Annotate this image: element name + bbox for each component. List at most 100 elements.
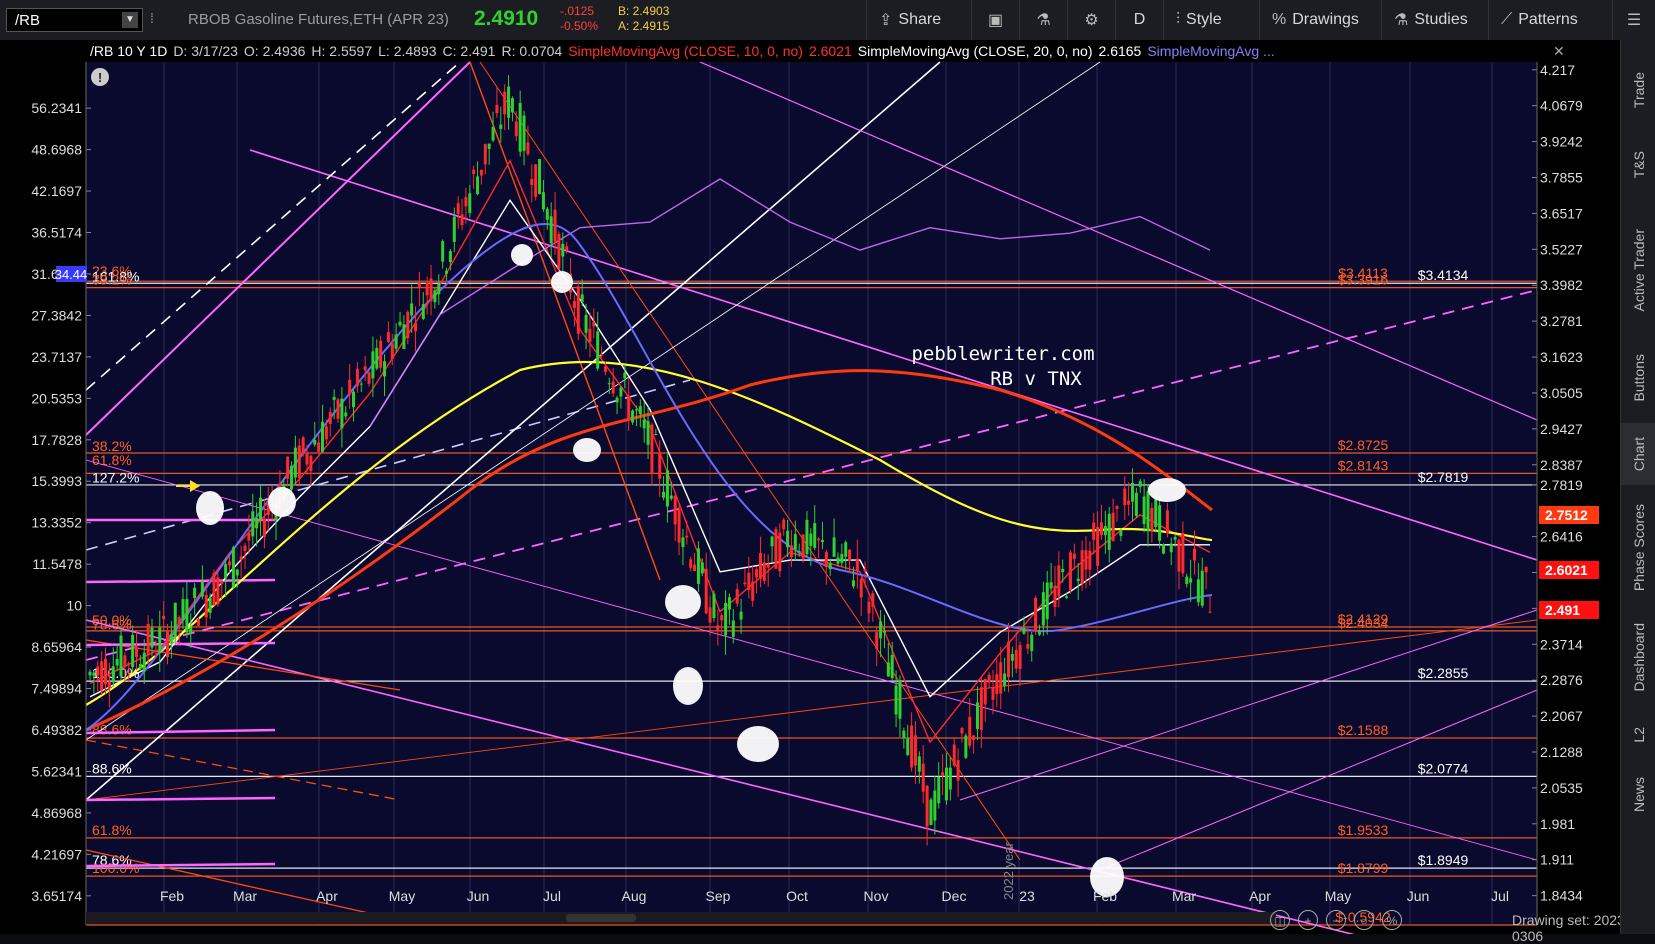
candle-body (774, 529, 778, 569)
x-tick-label: Mar (1172, 888, 1196, 904)
instrument-title: RBOB Gasoline Futures,ETH (APR 23) (188, 11, 449, 28)
candle-body (530, 178, 534, 186)
candle-body (933, 790, 937, 821)
sma-more-label[interactable]: SimpleMovingAvg ... (1144, 43, 1277, 59)
tab-chart[interactable]: Chart (1621, 423, 1655, 485)
x-tick-label: Jul (543, 888, 561, 904)
candle-body (336, 399, 340, 419)
candle-body (851, 580, 855, 587)
candle-body (402, 324, 406, 350)
candle-body (890, 655, 894, 679)
candle-body (135, 646, 139, 657)
drawings-button[interactable]: % Drawings (1259, 0, 1381, 40)
chart-scrollbar[interactable] (86, 912, 1276, 924)
period-button[interactable]: D (1115, 0, 1163, 40)
tab-dashboard-label: Dashboard (1630, 623, 1647, 692)
screen-button[interactable]: ▣ (971, 0, 1019, 40)
patterns-button[interactable]: ⟋ Patterns (1488, 0, 1612, 40)
candle-body (142, 652, 146, 672)
zoom-fit-icon[interactable]: ◫ (1270, 909, 1290, 930)
tab-buttons[interactable]: Buttons (1621, 340, 1655, 415)
style-button[interactable]: ⫶ Style (1163, 0, 1259, 40)
zoom-percent-icon[interactable]: % (1382, 909, 1402, 930)
level-label: $2.1588 (1338, 722, 1389, 738)
candle-body (875, 632, 879, 649)
candle-body (576, 286, 580, 334)
candle-body (1138, 481, 1142, 487)
candle-body (200, 582, 204, 597)
candle-body (786, 530, 790, 548)
symbol-input[interactable]: /RB ▼ (6, 8, 143, 32)
left-axis-label: 5.62341 (31, 763, 82, 779)
candle-body (375, 348, 379, 369)
candle-body (429, 278, 433, 302)
top-toolbar: /RB ▼ ⁞ RBOB Gasoline Futures,ETH (APR 2… (0, 0, 1655, 41)
tab-news[interactable]: News (1621, 765, 1655, 825)
candle-body (414, 322, 418, 332)
candle-body (1068, 552, 1072, 590)
tab-trade[interactable]: Trade (1621, 55, 1655, 125)
right-axis-label: 2.8387 (1540, 457, 1583, 473)
scroll-thumb[interactable] (566, 914, 636, 922)
settings-button[interactable]: ⚙ (1067, 0, 1115, 40)
candle-body (972, 735, 976, 740)
price-badge-label: 2.7512 (1545, 507, 1588, 523)
candle-body (185, 599, 189, 633)
candle-body (1057, 565, 1061, 597)
candle-body (472, 169, 476, 174)
candle-body (243, 545, 247, 551)
candle-body (1053, 585, 1057, 607)
level-label: $2.4034 (1338, 615, 1389, 631)
sma10-value: 2.6021 (808, 43, 852, 59)
candle-body (708, 607, 712, 623)
candle-body (615, 397, 619, 403)
tab-dashboard[interactable]: Dashboard (1621, 610, 1655, 705)
candle-body (158, 627, 162, 653)
zoom-in-icon[interactable]: + (1298, 909, 1318, 930)
candle-body (417, 283, 421, 288)
tab-ts[interactable]: T&S (1621, 135, 1655, 195)
price-chart[interactable]: $3.4113 $3.4134$3.3916$2.8725$2.8143$2.78… (0, 40, 1620, 934)
candle-body (929, 799, 933, 825)
zoom-out-icon[interactable]: − (1326, 909, 1346, 930)
candle-body (441, 241, 445, 262)
sma20-label[interactable]: SimpleMovingAvg (CLOSE, 20, 0, no) (855, 43, 1096, 59)
candle-body (1208, 611, 1212, 613)
candle-body (359, 383, 363, 385)
right-axis-label: 3.3982 (1540, 277, 1583, 293)
zoom-reset-icon[interactable]: ○ (1354, 909, 1374, 930)
studies-label: Studies (1414, 11, 1468, 28)
candle-body (704, 568, 708, 614)
candle-body (906, 738, 910, 756)
candle-body (712, 593, 716, 619)
studies-button[interactable]: ⚗ Studies (1381, 0, 1488, 40)
right-axis-label: 4.0679 (1540, 98, 1583, 114)
left-axis-label: 36.5174 (31, 225, 82, 241)
lab-button[interactable]: ⚗ (1019, 0, 1067, 40)
tab-phase-scores[interactable]: Phase Scores (1621, 495, 1655, 600)
menu-button[interactable]: ☰ (1612, 0, 1655, 40)
candle-body (805, 519, 809, 555)
ohlc-open: O: 2.4936 (243, 43, 306, 59)
candle-body (487, 143, 491, 149)
chevron-down-icon[interactable]: ▼ (122, 12, 138, 28)
left-level-label: 61.8% (92, 822, 132, 838)
x-tick-label: Sep (706, 888, 731, 904)
flask-icon: ⚗ (1036, 12, 1051, 29)
candle-body (348, 379, 352, 395)
tab-l2[interactable]: L2 (1621, 715, 1655, 755)
candle-body (646, 421, 650, 445)
sma10-label[interactable]: SimpleMovingAvg (CLOSE, 10, 0, no) (565, 43, 806, 59)
candle-body (565, 246, 569, 251)
tab-active-trader[interactable]: Active Trader (1621, 210, 1655, 330)
right-axis-label: 2.3714 (1540, 636, 1583, 652)
candle-body (379, 340, 383, 368)
link-icon[interactable]: ⁞ (150, 10, 154, 26)
candle-body (968, 716, 972, 746)
share-button[interactable]: ⇪ Share (866, 0, 971, 40)
bid-ask: B: 2.4903 A: 2.4915 (618, 4, 669, 34)
candles-icon: ⫶ (1176, 11, 1181, 28)
candle-body (991, 687, 995, 700)
candle-body (169, 634, 173, 644)
candle-body (208, 598, 212, 613)
